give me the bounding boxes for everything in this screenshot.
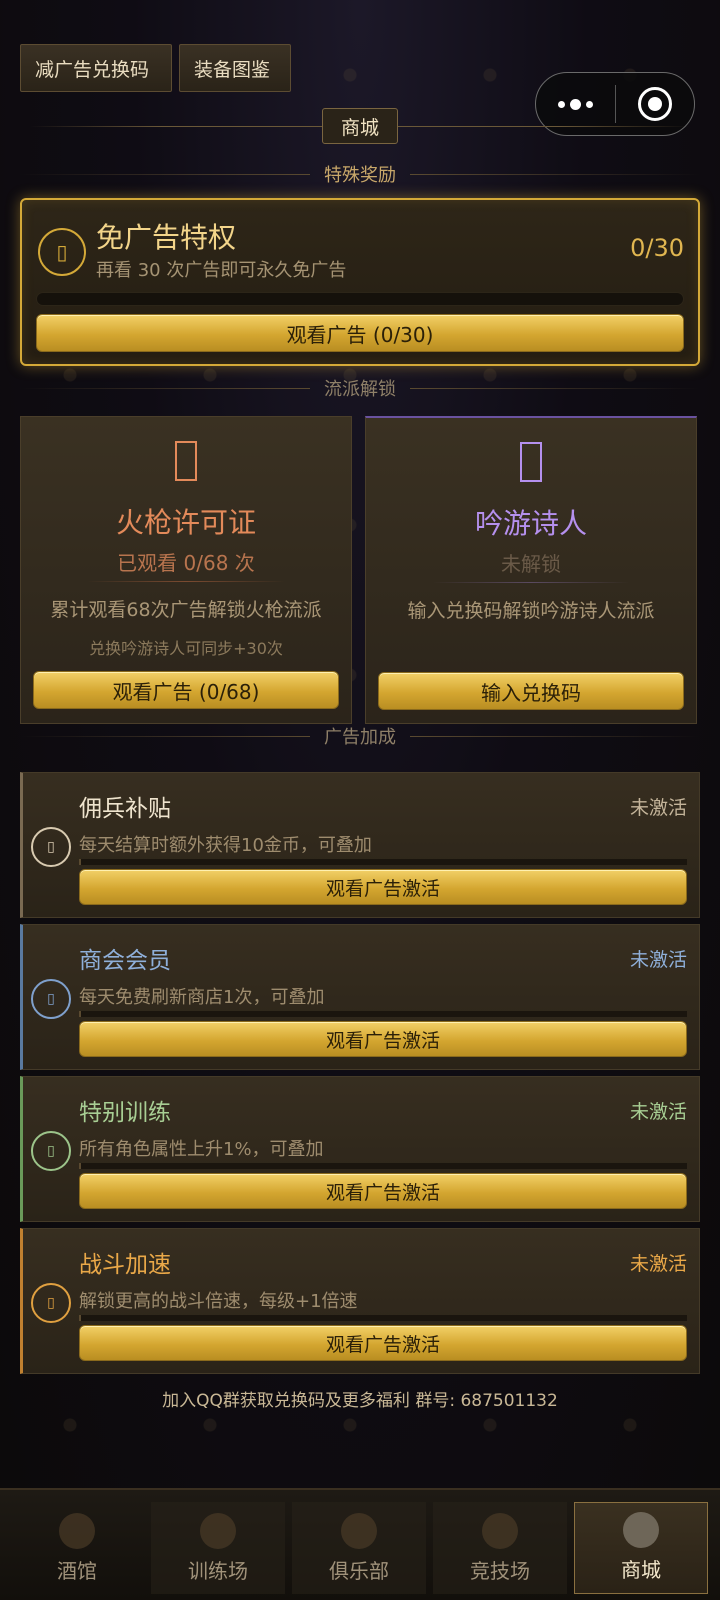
tab-tavern[interactable]: 酒馆: [10, 1502, 144, 1594]
section-label: 特殊奖励: [324, 165, 396, 186]
watch-ad-unlock-button[interactable]: 观看广告 (0/68): [33, 671, 339, 709]
speed-icon: ▯: [31, 1283, 71, 1323]
bonus-desc: 解锁更高的战斗倍速，每级+1倍速: [79, 1291, 358, 1312]
bonus-state: 未激活: [629, 797, 687, 819]
privilege-progress-bar: [36, 292, 684, 306]
ad-bonus-header: 广告加成: [20, 722, 700, 750]
shield-icon: [200, 1513, 236, 1549]
tab-club[interactable]: 俱乐部: [292, 1502, 426, 1594]
coin-icon: ▯: [31, 827, 71, 867]
class-name: 吟游诗人: [474, 507, 587, 540]
musket-license-card: 火枪许可证 已观看 0/68 次 累计观看68次广告解锁火枪流派 兑换吟游诗人可…: [20, 416, 352, 724]
bonus-title: 商会会员: [79, 948, 171, 974]
mercenary-subsidy-card: ▯ 佣兵补贴 未激活 每天结算时额外获得10金币，可叠加 观看广告激活: [20, 772, 700, 918]
class-status: 未解锁: [501, 552, 561, 576]
arena-icon: [482, 1513, 518, 1549]
tab-arena[interactable]: 竞技场: [433, 1502, 567, 1594]
ad-redeem-code-button[interactable]: 减广告兑换码: [20, 44, 172, 92]
class-info-secondary: 兑换吟游诗人可同步+30次: [89, 639, 283, 658]
shop-coin-icon: [623, 1512, 659, 1548]
page-title: 商城: [322, 108, 398, 144]
tavern-icon: [59, 1513, 95, 1549]
battle-speedup-card: ▯ 战斗加速 未激活 解锁更高的战斗倍速，每级+1倍速 观看广告激活: [20, 1228, 700, 1374]
bonus-desc: 所有角色属性上升1%，可叠加: [79, 1139, 324, 1160]
activate-ad-button[interactable]: 观看广告激活: [79, 1325, 687, 1361]
qq-group-info: 加入QQ群获取兑换码及更多福利 群号: 687501132: [162, 1391, 558, 1411]
tab-shop[interactable]: 商城: [574, 1502, 708, 1594]
tab-training-ground[interactable]: 训练场: [151, 1502, 285, 1594]
section-label: 广告加成: [324, 727, 396, 748]
special-training-card: ▯ 特别训练 未激活 所有角色属性上升1%，可叠加 观看广告激活: [20, 1076, 700, 1222]
privilege-title: 免广告特权: [96, 221, 237, 254]
activate-ad-button[interactable]: 观看广告激活: [79, 1021, 687, 1057]
bonus-state: 未激活: [629, 949, 687, 971]
shop-icon: ▯: [31, 979, 71, 1019]
bonus-title: 特别训练: [79, 1100, 171, 1126]
class-name: 火枪许可证: [115, 506, 256, 539]
privilege-desc: 再看 30 次广告即可永久免广告: [96, 260, 347, 281]
class-status: 已观看 0/68 次: [117, 551, 255, 575]
guild-member-card: ▯ 商会会员 未激活 每天免费刷新商店1次，可叠加 观看广告激活: [20, 924, 700, 1070]
tab-label: 俱乐部: [329, 1559, 389, 1583]
bonus-state: 未激活: [629, 1253, 687, 1275]
special-rewards-header: 特殊奖励: [20, 160, 700, 188]
section-label: 流派解锁: [324, 379, 396, 400]
class-info: 输入兑换码解锁吟游诗人流派: [407, 600, 655, 622]
bonus-progress-bar: [79, 1315, 687, 1321]
bonus-progress-bar: [79, 859, 687, 865]
bard-icon: [366, 442, 696, 482]
watch-ad-button[interactable]: 观看广告 (0/30): [36, 314, 684, 352]
tab-label: 商城: [621, 1558, 661, 1582]
bonus-desc: 每天结算时额外获得10金币，可叠加: [79, 835, 372, 856]
club-icon: [341, 1513, 377, 1549]
ad-free-privilege-card: ▯ 免广告特权 再看 30 次广告即可永久免广告 0/30 观看广告 (0/30…: [20, 198, 700, 366]
target-icon: [637, 87, 672, 121]
class-info: 累计观看68次广告解锁火枪流派: [50, 599, 322, 621]
equipment-catalog-button[interactable]: 装备图鉴: [179, 44, 291, 92]
tab-label: 训练场: [188, 1559, 248, 1583]
bonus-desc: 每天免费刷新商店1次，可叠加: [79, 987, 325, 1008]
class-unlock-header: 流派解锁: [20, 374, 700, 402]
enter-code-button[interactable]: 输入兑换码: [378, 672, 684, 710]
privilege-count: 0/30: [630, 234, 684, 262]
bonus-title: 佣兵补贴: [79, 796, 171, 822]
privilege-icon: ▯: [38, 228, 86, 276]
tab-label: 竞技场: [470, 1559, 530, 1583]
training-icon: ▯: [31, 1131, 71, 1171]
bard-card: 吟游诗人 未解锁 输入兑换码解锁吟游诗人流派 输入兑换码: [365, 416, 697, 724]
activate-ad-button[interactable]: 观看广告激活: [79, 1173, 687, 1209]
activate-ad-button[interactable]: 观看广告激活: [79, 869, 687, 905]
musket-icon: [21, 441, 351, 481]
bonus-state: 未激活: [629, 1101, 687, 1123]
more-dots-icon: [557, 98, 593, 110]
bonus-progress-bar: [79, 1163, 687, 1169]
bonus-title: 战斗加速: [79, 1252, 171, 1278]
bonus-progress-bar: [79, 1011, 687, 1017]
bottom-tab-bar: 酒馆 训练场 俱乐部 竞技场 商城: [0, 1488, 720, 1600]
tab-label: 酒馆: [57, 1559, 97, 1583]
